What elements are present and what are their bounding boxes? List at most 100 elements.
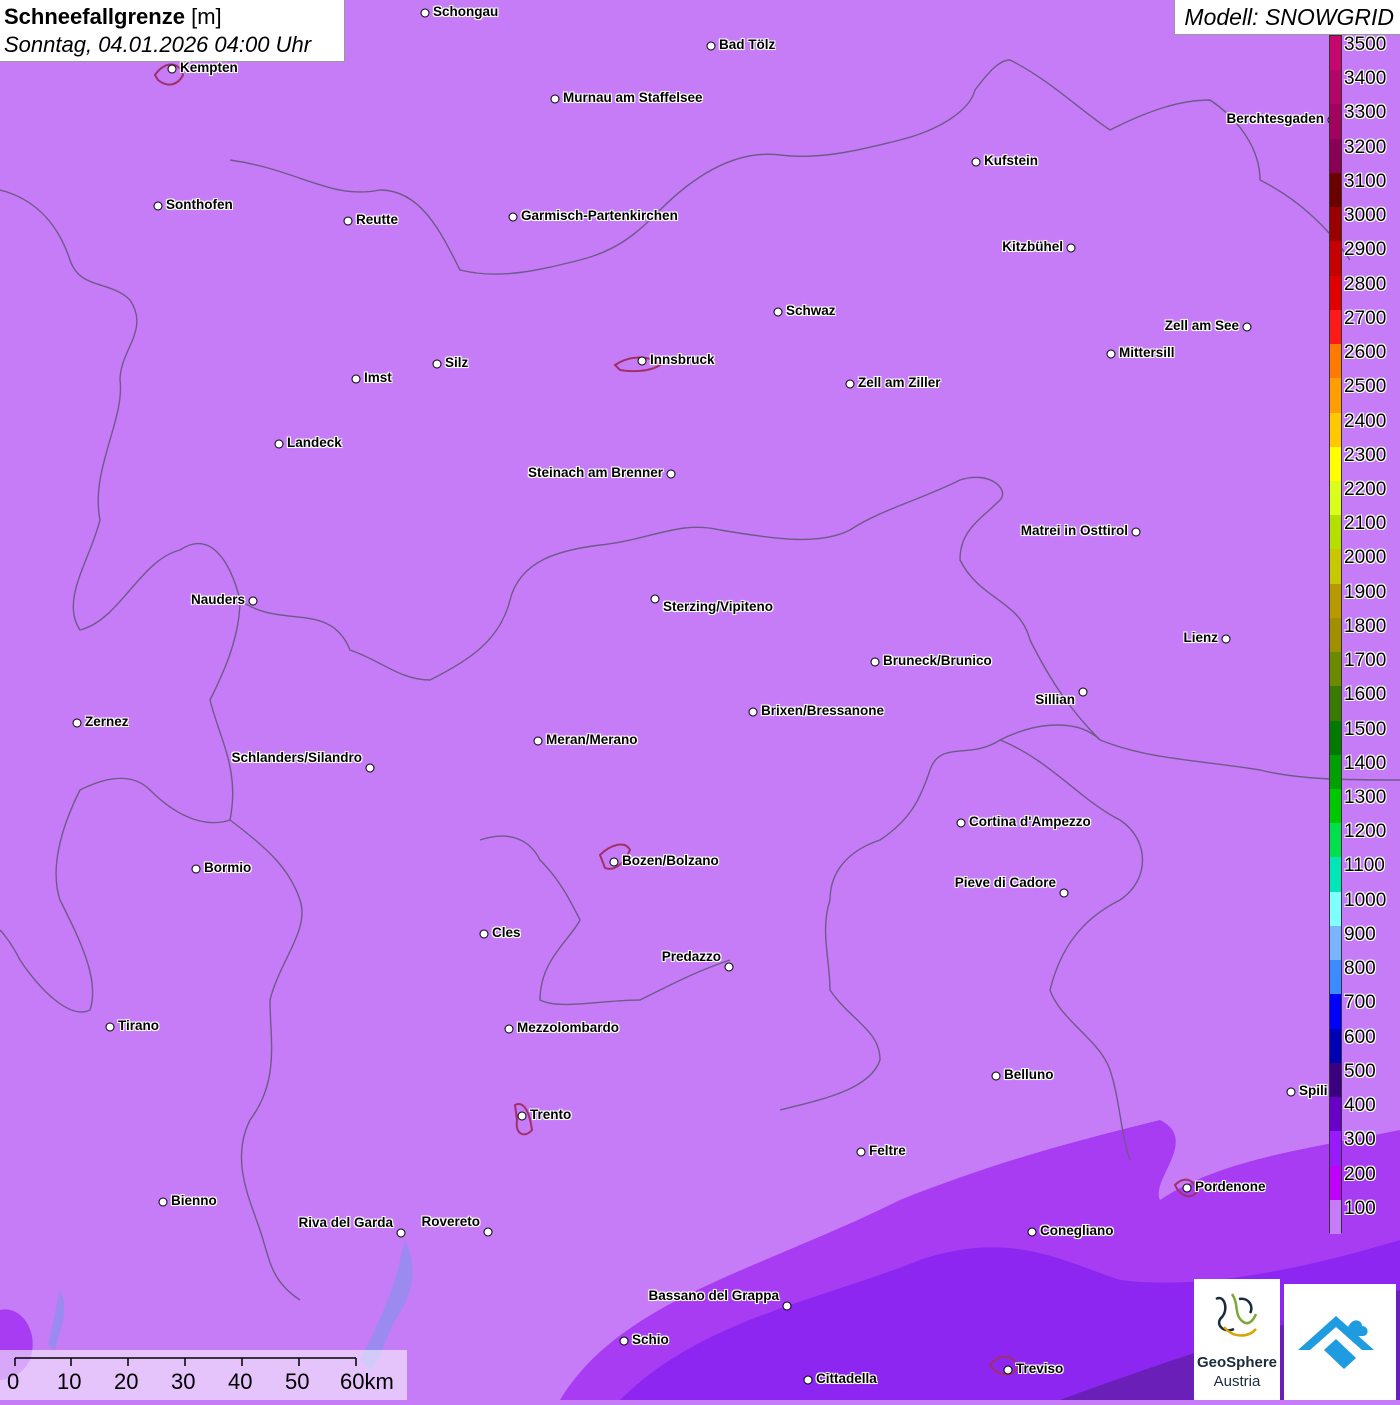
city-label: Sillian <box>1035 692 1075 707</box>
city-marker <box>609 857 619 867</box>
city-label: Schio <box>632 1332 669 1347</box>
legend-color-segment <box>1330 960 1341 995</box>
city-label: Brixen/Bressanone <box>761 703 885 718</box>
legend-label: 700 <box>1344 992 1376 1014</box>
city-label: Steinach am Brenner <box>527 465 663 480</box>
legend-color-segment <box>1330 344 1341 379</box>
city-marker <box>637 356 647 366</box>
city-label: Rovereto <box>421 1214 480 1229</box>
city-marker <box>1221 634 1231 644</box>
legend-label: 3500 <box>1344 34 1387 55</box>
legend-label: 1000 <box>1344 889 1387 911</box>
legend-label: 1600 <box>1344 684 1387 706</box>
city-label: Schlanders/Silandro <box>231 750 362 765</box>
legend-label: 100 <box>1344 1197 1376 1219</box>
city-marker <box>105 1022 115 1032</box>
legend-color-segment <box>1330 652 1341 687</box>
legend-label: 1400 <box>1344 752 1387 774</box>
city-marker <box>550 94 560 104</box>
legend-label: 1700 <box>1344 650 1387 672</box>
city-marker <box>158 1197 168 1207</box>
city-label: Garmisch-Partenkirchen <box>521 208 678 223</box>
city-label: Imst <box>364 370 392 385</box>
map-datetime: Sonntag, 04.01.2026 04:00 Uhr <box>4 32 312 57</box>
city-marker <box>343 216 353 226</box>
legend-color-segment <box>1330 241 1341 277</box>
legend-label: 3400 <box>1344 68 1387 90</box>
geosphere-logo-line2: Austria <box>1213 1373 1261 1390</box>
city-marker <box>845 379 855 389</box>
city-label: Bozen/Bolzano <box>622 853 719 868</box>
city-marker <box>619 1336 629 1346</box>
city-label: Meran/Merano <box>546 732 638 747</box>
legend-color-segment <box>1330 480 1341 516</box>
legend-color-segment <box>1330 1131 1341 1167</box>
legend-color-segment <box>1330 1062 1341 1098</box>
title-box: Schneefallgrenze [m] Sonntag, 04.01.2026… <box>0 0 345 62</box>
legend-color-segment <box>1330 891 1341 927</box>
city-label: Riva del Garda <box>298 1215 393 1230</box>
legend-label: 600 <box>1344 1026 1376 1048</box>
city-label: Landeck <box>287 435 342 450</box>
legend-label: 2200 <box>1344 478 1387 500</box>
legend: 3500 3400 3300 3200 3100 3000 2900 2800 2700 2600… <box>1329 34 1400 1235</box>
city-label: Spili <box>1299 1083 1328 1098</box>
parameter-unit: [m] <box>191 4 222 29</box>
city-label: Bruneck/Brunico <box>883 653 992 668</box>
city-label: Bassano del Grappa <box>648 1288 779 1303</box>
city-marker <box>956 818 966 828</box>
city-label: Cortina d'Ampezzo <box>969 814 1091 829</box>
legend-color-segment <box>1330 1165 1341 1201</box>
legend-label: 2800 <box>1344 273 1387 295</box>
city-marker <box>420 8 430 18</box>
city-marker <box>803 1375 813 1385</box>
legend-label: 400 <box>1344 1095 1376 1117</box>
legend-label: 1800 <box>1344 615 1387 637</box>
city-marker <box>773 307 783 317</box>
legend-label: 200 <box>1344 1163 1376 1185</box>
city-marker <box>248 596 258 606</box>
city-label: Schongau <box>433 4 499 19</box>
scale-label: 50 <box>285 1369 310 1394</box>
app-logo[interactable] <box>1284 1284 1396 1400</box>
city-label: Predazzo <box>661 949 721 964</box>
city-label: Sonthofen <box>166 197 233 212</box>
scale-label: 60km <box>340 1369 394 1394</box>
city-label: Zell am See <box>1164 318 1239 333</box>
city-label: Bienno <box>171 1193 217 1208</box>
city-label: Bormio <box>204 860 252 875</box>
city-marker <box>650 594 660 604</box>
city-label: Schwaz <box>786 303 836 318</box>
legend-color-segment <box>1330 789 1341 824</box>
legend-color-segment <box>1330 1097 1341 1132</box>
legend-color-segment <box>1330 720 1341 756</box>
city-marker <box>479 929 489 939</box>
legend-label: 2100 <box>1344 513 1387 535</box>
legend-label: 1200 <box>1344 821 1387 843</box>
city-label: Murnau am Staffelsee <box>563 90 703 105</box>
city-label: Bad Tölz <box>719 37 776 52</box>
legend-label: 2900 <box>1344 239 1387 261</box>
legend-color-segment <box>1330 378 1341 413</box>
city-marker <box>1003 1365 1013 1375</box>
legend-color-bar <box>1329 35 1342 1235</box>
city-label: Tirano <box>118 1018 160 1033</box>
city-marker <box>1131 527 1141 537</box>
legend-label: 3200 <box>1344 136 1387 158</box>
legend-color-segment <box>1330 994 1341 1030</box>
legend-color-segment <box>1330 1028 1341 1064</box>
legend-label: 3000 <box>1344 205 1387 227</box>
city-label: Treviso <box>1016 1361 1064 1376</box>
city-marker <box>483 1227 493 1237</box>
city-label: Conegliano <box>1040 1223 1114 1238</box>
legend-label: 1100 <box>1344 855 1385 877</box>
city-marker <box>351 374 361 384</box>
city-label: Cittadella <box>816 1371 877 1386</box>
city-marker <box>856 1147 866 1157</box>
legend-color-segment <box>1330 823 1341 858</box>
city-label: Pieve di Cadore <box>954 875 1056 890</box>
geosphere-logo[interactable]: GeoSphere Austria <box>1194 1279 1280 1400</box>
legend-label: 2700 <box>1344 307 1387 329</box>
legend-color-segment <box>1330 583 1341 619</box>
legend-color-segment <box>1330 515 1341 550</box>
